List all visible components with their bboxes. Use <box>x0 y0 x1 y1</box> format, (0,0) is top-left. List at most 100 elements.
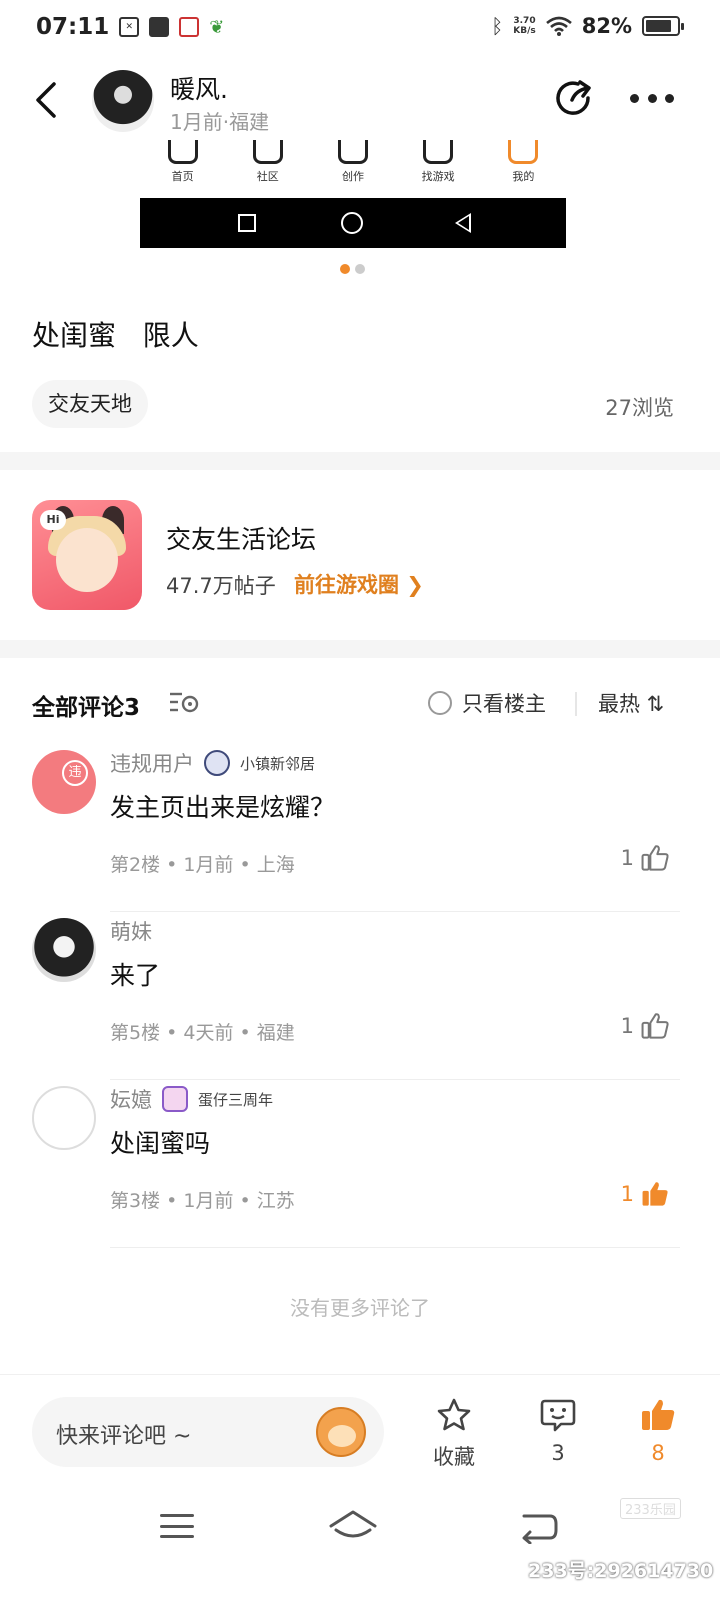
badge-icon <box>162 1086 188 1112</box>
comment-badge: 蛋仔三周年 <box>198 1090 274 1109</box>
like-count: 8 <box>651 1441 665 1465</box>
menu-icon[interactable] <box>160 1514 194 1538</box>
comments-title: 全部评论3 <box>32 695 141 721</box>
comment-badge: 小镇新邻居 <box>240 754 316 773</box>
more-options-icon[interactable] <box>630 88 674 108</box>
sim-off-icon: ✕ <box>119 17 140 37</box>
section-divider <box>0 452 720 470</box>
thumbs-up-icon <box>642 1182 668 1206</box>
comment-meta: 第2楼 • 1月前 • 上海 <box>110 854 295 876</box>
app-notification-icon <box>179 17 200 37</box>
comment-username[interactable]: 违规用户 <box>110 748 194 778</box>
comment-like-button[interactable]: 1 <box>621 1012 670 1040</box>
sort-toggle[interactable]: 最热 ⇅ <box>598 688 664 718</box>
comment-meta: 第5楼 • 4天前 • 福建 <box>110 1022 295 1044</box>
comment-username[interactable]: 妘嬑 <box>110 1084 152 1114</box>
comment-meta: 第3楼 • 1月前 • 江苏 <box>110 1190 295 1212</box>
comment-text: 来了 <box>110 961 161 990</box>
pager-dot-active <box>340 264 350 274</box>
circle-name: 交友生活论坛 <box>166 525 317 554</box>
back-icon[interactable] <box>28 78 68 122</box>
bluetooth-icon: ᛒ <box>491 14 504 38</box>
radio-icon <box>428 691 452 715</box>
gamepad-icon <box>423 140 454 164</box>
favorite-button[interactable]: 收藏 <box>414 1397 494 1471</box>
comment-like-count: 1 <box>620 1014 634 1038</box>
bottom-action-bar: 快来评论吧 ~ 收藏 3 8 <box>0 1374 720 1484</box>
comment-item[interactable]: 萌妹来了第5楼 • 4天前 • 福建 1 <box>0 912 720 1080</box>
leaf-icon: ❦ <box>209 16 225 38</box>
thumbs-up-icon <box>641 1013 669 1039</box>
comment-like-count: 1 <box>620 1182 634 1206</box>
no-more-comments: 没有更多评论了 <box>290 1296 430 1320</box>
embedded-tab: 我的 <box>493 140 553 192</box>
wifi-icon <box>545 16 572 36</box>
back-triangle-icon <box>455 213 471 233</box>
comment-username[interactable]: 萌妹 <box>110 916 152 946</box>
topic-chip[interactable]: 交友天地 <box>32 380 148 428</box>
home-icon <box>167 140 198 164</box>
notification-icon <box>149 17 170 37</box>
home-circle-icon <box>341 212 363 234</box>
circle-icon: Hi <box>32 500 142 610</box>
pager-dot <box>355 264 365 274</box>
embedded-tab: 首页 <box>153 140 213 192</box>
comment-avatar[interactable] <box>32 918 96 982</box>
comment-item[interactable]: 违违规用户 小镇新邻居 发主页出来是炫耀？ 第2楼 • 1月前 • 上海 1 <box>0 744 720 912</box>
game-circle-card[interactable]: Hi 交友生活论坛 47.7万帖子 前往游戏圈 ❯ <box>0 474 720 638</box>
comment-text: 处闺蜜吗 <box>110 1129 211 1158</box>
recent-apps-icon <box>238 214 256 232</box>
share-icon[interactable] <box>552 76 596 120</box>
author-meta: 1月前·福建 <box>170 110 270 134</box>
emoji-icon[interactable] <box>316 1407 366 1457</box>
section-divider <box>0 640 720 658</box>
embedded-tab-label: 我的 <box>512 170 535 183</box>
only-op-toggle[interactable]: 只看楼主 <box>428 688 546 718</box>
battery-fill <box>646 20 671 32</box>
embedded-tab-label: 社区 <box>256 170 279 183</box>
post-image[interactable]: 首页 社区 创作 找游戏 我的 <box>140 140 566 250</box>
embedded-system-nav <box>140 198 566 248</box>
battery-percent: 82% <box>581 14 632 38</box>
like-button[interactable]: 8 <box>618 1397 698 1465</box>
embedded-tab: 找游戏 <box>408 140 468 192</box>
header-separator <box>575 692 577 716</box>
comment-like-button[interactable]: 1 <box>621 1180 670 1208</box>
thumbs-up-icon <box>642 1399 675 1430</box>
watermark-id: 233号:292614730 <box>528 1560 714 1582</box>
author-name[interactable]: 暖风. <box>170 70 228 106</box>
status-bar: 07:11 ✕ ❦ ᛒ 3.70 KB/s 82% <box>0 0 720 56</box>
profile-icon <box>508 140 539 164</box>
home-icon[interactable] <box>328 1508 378 1544</box>
network-speed: 3.70 KB/s <box>513 16 536 36</box>
comment-separator <box>110 1247 680 1248</box>
back-nav-icon[interactable] <box>520 1510 560 1544</box>
comment-like-count: 1 <box>620 846 634 870</box>
favorite-label: 收藏 <box>433 1445 475 1469</box>
post-header: 暖风. 1月前·福建 <box>0 64 720 140</box>
comment-like-button[interactable]: 1 <box>621 844 670 872</box>
star-icon <box>437 1398 471 1431</box>
image-pager-dots <box>340 264 365 274</box>
thumbs-up-icon <box>641 845 669 871</box>
comments-header: 全部评论3 只看楼主 最热 ⇅ <box>0 658 720 744</box>
comment-avatar[interactable] <box>32 1086 96 1150</box>
comment-button[interactable]: 3 <box>518 1397 598 1465</box>
comment-avatar[interactable]: 违 <box>32 750 96 814</box>
embedded-tab-bar: 首页 社区 创作 找游戏 我的 <box>140 140 566 192</box>
go-to-circle-link[interactable]: 前往游戏圈 ❯ <box>294 569 424 599</box>
embedded-tab: 创作 <box>323 140 383 192</box>
comment-count: 3 <box>551 1441 565 1465</box>
badge-icon <box>204 750 230 776</box>
comment-placeholder: 快来评论吧 ~ <box>56 1424 192 1449</box>
embedded-tab-label: 创作 <box>341 170 364 183</box>
community-icon <box>252 140 283 164</box>
post-title: 处闺蜜 限人 <box>32 319 199 352</box>
watermark-site: 233乐园 <box>620 1498 681 1519</box>
comment-input[interactable]: 快来评论吧 ~ <box>32 1397 384 1467</box>
create-icon <box>337 140 368 164</box>
filter-icon[interactable] <box>168 690 200 714</box>
comment-item[interactable]: 妘嬑 蛋仔三周年处闺蜜吗第3楼 • 1月前 • 江苏 1 <box>0 1080 720 1248</box>
battery-icon <box>642 16 684 36</box>
author-avatar[interactable] <box>92 70 154 132</box>
